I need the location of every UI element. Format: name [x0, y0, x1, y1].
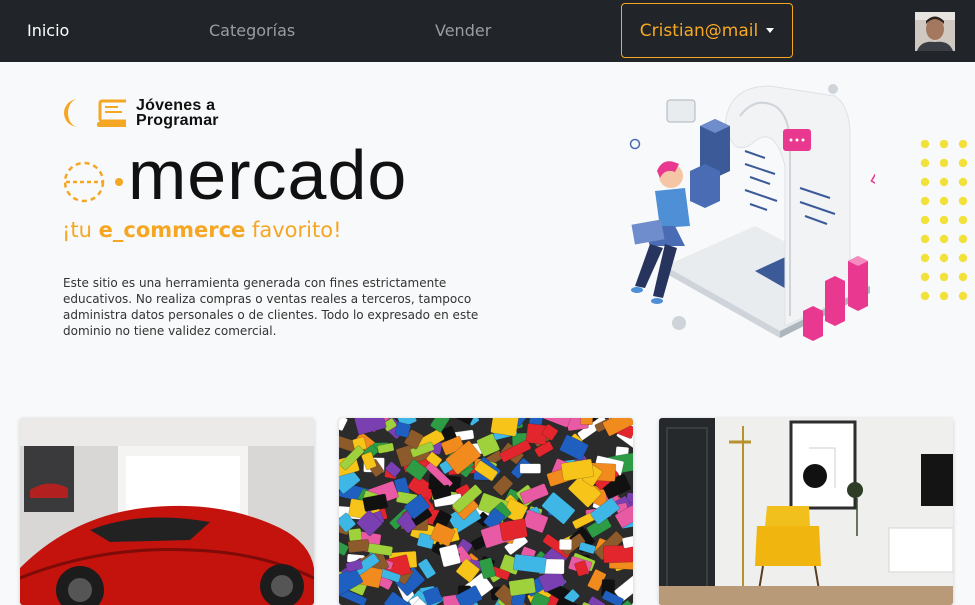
avatar[interactable] [915, 12, 955, 51]
dot [939, 196, 949, 206]
living-room-armchair-photo [659, 418, 953, 605]
e-prefix-logo-icon [64, 161, 123, 203]
chevron-down-icon [766, 28, 775, 33]
nav-link-vender[interactable]: Vender [435, 0, 491, 62]
user-menu-button[interactable]: Cristian@mail [621, 3, 793, 58]
card-sports-car[interactable] [20, 418, 314, 605]
hero-section: Jóvenes a Programar mercado ¡tu e_commer… [0, 62, 975, 402]
dot [939, 253, 949, 263]
dot [958, 291, 968, 301]
toy-brick [580, 418, 594, 426]
dot [958, 253, 968, 263]
dot [920, 196, 930, 206]
yellow-dot-grid [920, 140, 968, 301]
toy-brick [508, 577, 537, 597]
toy-brick [348, 528, 363, 542]
tagline: ¡tu e_commerce favorito! [62, 218, 342, 242]
dot [920, 140, 930, 149]
toy-brick [558, 538, 573, 551]
dot [920, 234, 930, 244]
dot [939, 272, 949, 282]
user-photo [915, 12, 955, 51]
toy-brick [394, 421, 412, 438]
brand-word: mercado [128, 136, 408, 214]
logo-line-2: Programar [136, 112, 219, 129]
dot [920, 158, 930, 168]
dot [939, 215, 949, 225]
toy-bricks-photo [339, 418, 633, 605]
tagline-bold: e_commerce [98, 218, 246, 242]
logo-line-1: Jóvenes a [136, 97, 216, 114]
dot [958, 196, 968, 206]
dot [958, 158, 968, 168]
dot [958, 177, 968, 187]
dot [920, 215, 930, 225]
jovenes-a-programar-logo: Jóvenes a Programar [64, 97, 219, 129]
disclaimer-text: Este sitio es una herramienta generada c… [63, 276, 479, 338]
card-toy-bricks[interactable] [339, 418, 633, 605]
dot [939, 140, 949, 149]
dot [939, 291, 949, 301]
toy-brick [519, 463, 541, 474]
user-menu-label: Cristian@mail [639, 20, 759, 41]
dot [920, 253, 930, 263]
nav-link-categorias[interactable]: Categorías [209, 0, 295, 62]
tagline-post: favorito! [245, 218, 342, 242]
card-living-room[interactable] [659, 418, 953, 605]
dot [920, 272, 930, 282]
nav-link-inicio[interactable]: Inicio [27, 0, 69, 62]
tagline-pre: ¡tu [62, 218, 99, 242]
dot [939, 234, 949, 244]
dot [958, 272, 968, 282]
dot [939, 158, 949, 168]
developer-illustration [629, 84, 875, 341]
top-navbar: Inicio Categorías Vender Cristian@mail [0, 0, 975, 62]
toy-brick [347, 539, 370, 554]
dot [958, 215, 968, 225]
dot [920, 177, 930, 187]
red-sports-car-photo [20, 418, 314, 605]
dot [958, 234, 968, 244]
dot [920, 291, 930, 301]
dot [958, 140, 968, 149]
moon-laptop-icon [64, 99, 126, 127]
dot [939, 177, 949, 187]
